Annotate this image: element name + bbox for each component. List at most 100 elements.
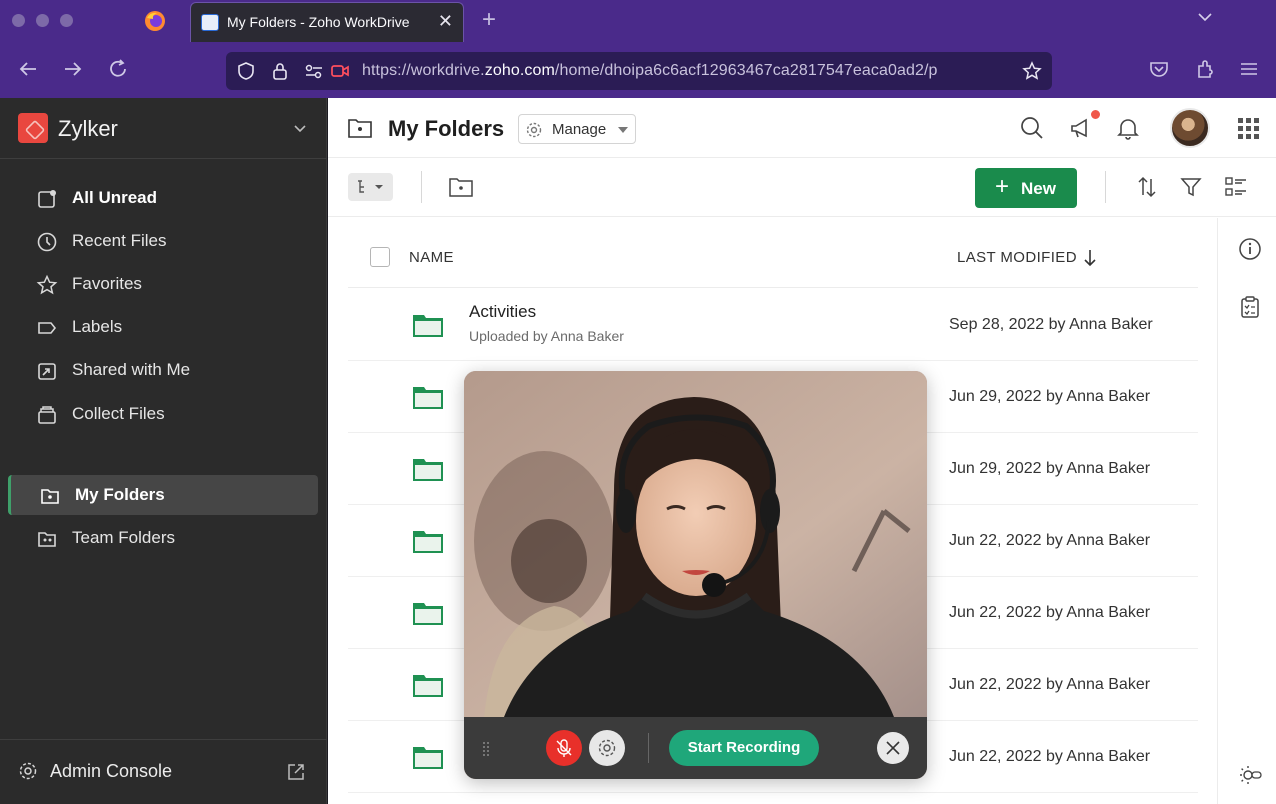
file-uploaded-by: Uploaded by Anna Baker — [469, 328, 624, 344]
app-grid-icon[interactable] — [1234, 114, 1262, 142]
firefox-icon[interactable] — [144, 10, 166, 32]
new-tab-icon[interactable]: + — [482, 6, 496, 34]
sort-icon[interactable] — [1135, 175, 1159, 199]
collect-icon — [36, 404, 58, 426]
forward-arrow-icon[interactable] — [62, 58, 84, 80]
unread-icon — [36, 188, 58, 210]
tracking-shield-icon[interactable] — [236, 61, 256, 81]
table-header: NAME LAST MODIFIED — [348, 218, 1198, 288]
url-bar[interactable]: https://workdrive.zoho.com/home/dhoipa6c… — [226, 52, 1052, 90]
tab-close-icon[interactable]: ✕ — [438, 11, 453, 32]
notification-dot — [1089, 108, 1102, 121]
sidebar-item-favorites[interactable]: Favorites — [8, 264, 318, 304]
mute-microphone-button[interactable] — [546, 730, 582, 766]
window-zoom-dot[interactable] — [60, 14, 73, 27]
filter-icon[interactable] — [1179, 175, 1203, 199]
active-tab[interactable]: My Folders - Zoho WorkDrive ✕ — [190, 2, 464, 42]
manage-label: Manage — [552, 121, 607, 138]
file-last-modified: Jun 29, 2022 by Anna Baker — [949, 388, 1151, 405]
admin-console-link[interactable]: Admin Console — [0, 739, 327, 804]
info-icon[interactable] — [1238, 237, 1262, 261]
org-name: Zylker — [58, 116, 118, 141]
table-row[interactable]: Activities Uploaded by Anna Baker Sep 28… — [348, 289, 1198, 361]
sidebar-item-team-folders[interactable]: Team Folders — [8, 518, 318, 558]
clock-icon — [36, 231, 58, 253]
reload-icon[interactable] — [107, 58, 129, 80]
sidebar-item-labels[interactable]: Labels — [8, 307, 318, 347]
star-icon — [36, 274, 58, 296]
team-folders-icon — [36, 528, 58, 550]
my-folders-icon — [39, 485, 61, 507]
controls-divider — [648, 733, 649, 763]
new-folder-icon[interactable] — [448, 175, 474, 199]
sidebar-item-recent-files[interactable]: Recent Files — [8, 221, 318, 261]
bell-icon[interactable] — [1114, 114, 1142, 142]
camera-sharing-icon[interactable] — [330, 61, 350, 81]
toolbar: + New — [328, 159, 1276, 217]
gear-icon — [18, 761, 38, 781]
folder-tree-toggle[interactable] — [348, 173, 393, 201]
webcam-video-feed — [464, 371, 927, 717]
search-icon[interactable] — [1018, 114, 1046, 142]
page-header: My Folders Manage — [328, 98, 1276, 158]
new-button[interactable]: + New — [975, 168, 1077, 208]
window-close-dot[interactable] — [12, 14, 25, 27]
sidebar-item-label: My Folders — [75, 485, 165, 504]
sidebar-item-label: Collect Files — [72, 404, 165, 423]
chevron-down-icon[interactable] — [292, 120, 308, 136]
lock-icon[interactable] — [270, 61, 290, 81]
tab-title: My Folders - Zoho WorkDrive — [227, 14, 410, 30]
activity-checklist-icon[interactable] — [1238, 295, 1262, 319]
sidebar-item-all-unread[interactable]: All Unread — [8, 178, 318, 218]
folder-icon — [412, 529, 444, 555]
drag-handle-icon[interactable] — [482, 741, 490, 757]
file-last-modified: Jun 22, 2022 by Anna Baker — [949, 676, 1151, 693]
url-text: https://workdrive.zoho.com/home/dhoipa6c… — [362, 62, 938, 79]
page-title: My Folders — [388, 116, 505, 141]
pocket-icon[interactable] — [1148, 58, 1170, 80]
folder-icon — [412, 385, 444, 411]
folder-icon — [348, 117, 372, 139]
window-minimize-dot[interactable] — [36, 14, 49, 27]
file-name[interactable]: Activities — [469, 302, 536, 322]
shared-icon — [36, 360, 58, 382]
external-link-icon[interactable] — [286, 762, 306, 782]
toolbar-divider — [1105, 171, 1106, 203]
list-tabs-chevron-icon[interactable] — [1196, 8, 1214, 26]
bookmark-star-icon[interactable] — [1022, 61, 1042, 81]
theme-toggle-icon[interactable] — [1238, 763, 1262, 787]
manage-dropdown[interactable]: Manage — [518, 114, 636, 144]
browser-tab-bar: My Folders - Zoho WorkDrive ✕ + — [0, 0, 1276, 42]
permissions-icon[interactable] — [304, 61, 324, 81]
sidebar-item-collect-files[interactable]: Collect Files — [8, 394, 318, 434]
right-rail — [1217, 218, 1276, 804]
file-last-modified: Jun 22, 2022 by Anna Baker — [949, 532, 1151, 549]
folder-icon — [412, 313, 444, 339]
view-toggle-icon[interactable] — [1224, 175, 1248, 199]
avatar[interactable] — [1170, 108, 1210, 148]
start-recording-button[interactable]: Start Recording — [669, 730, 819, 766]
org-switcher[interactable]: Zylker — [0, 98, 327, 159]
column-header-last-modified[interactable]: LAST MODIFIED — [957, 249, 1077, 266]
sidebar-item-shared-with-me[interactable]: Shared with Me — [8, 350, 318, 390]
video-settings-button[interactable] — [589, 730, 625, 766]
sidebar-item-label: Labels — [72, 317, 123, 336]
video-controls: Start Recording — [464, 717, 927, 779]
sidebar-item-label: Recent Files — [72, 231, 167, 250]
zylker-logo — [18, 113, 48, 143]
back-arrow-icon[interactable] — [17, 58, 39, 80]
admin-console-label: Admin Console — [50, 761, 173, 781]
select-all-checkbox[interactable] — [370, 247, 390, 267]
toolbar-divider — [421, 171, 422, 203]
sidebar-item-my-folders[interactable]: My Folders — [8, 475, 318, 515]
sidebar-item-label: All Unread — [72, 188, 158, 207]
sidebar-item-label: Team Folders — [72, 528, 175, 547]
label-icon — [36, 317, 58, 339]
extensions-icon[interactable] — [1194, 58, 1216, 80]
menu-hamburger-icon[interactable] — [1238, 58, 1260, 80]
close-icon[interactable] — [877, 732, 909, 764]
sort-down-arrow-icon[interactable] — [1083, 248, 1097, 268]
column-header-name[interactable]: NAME — [409, 249, 454, 266]
video-preview-overlay[interactable]: Start Recording — [464, 371, 927, 779]
file-last-modified: Jun 22, 2022 by Anna Baker — [949, 748, 1151, 765]
